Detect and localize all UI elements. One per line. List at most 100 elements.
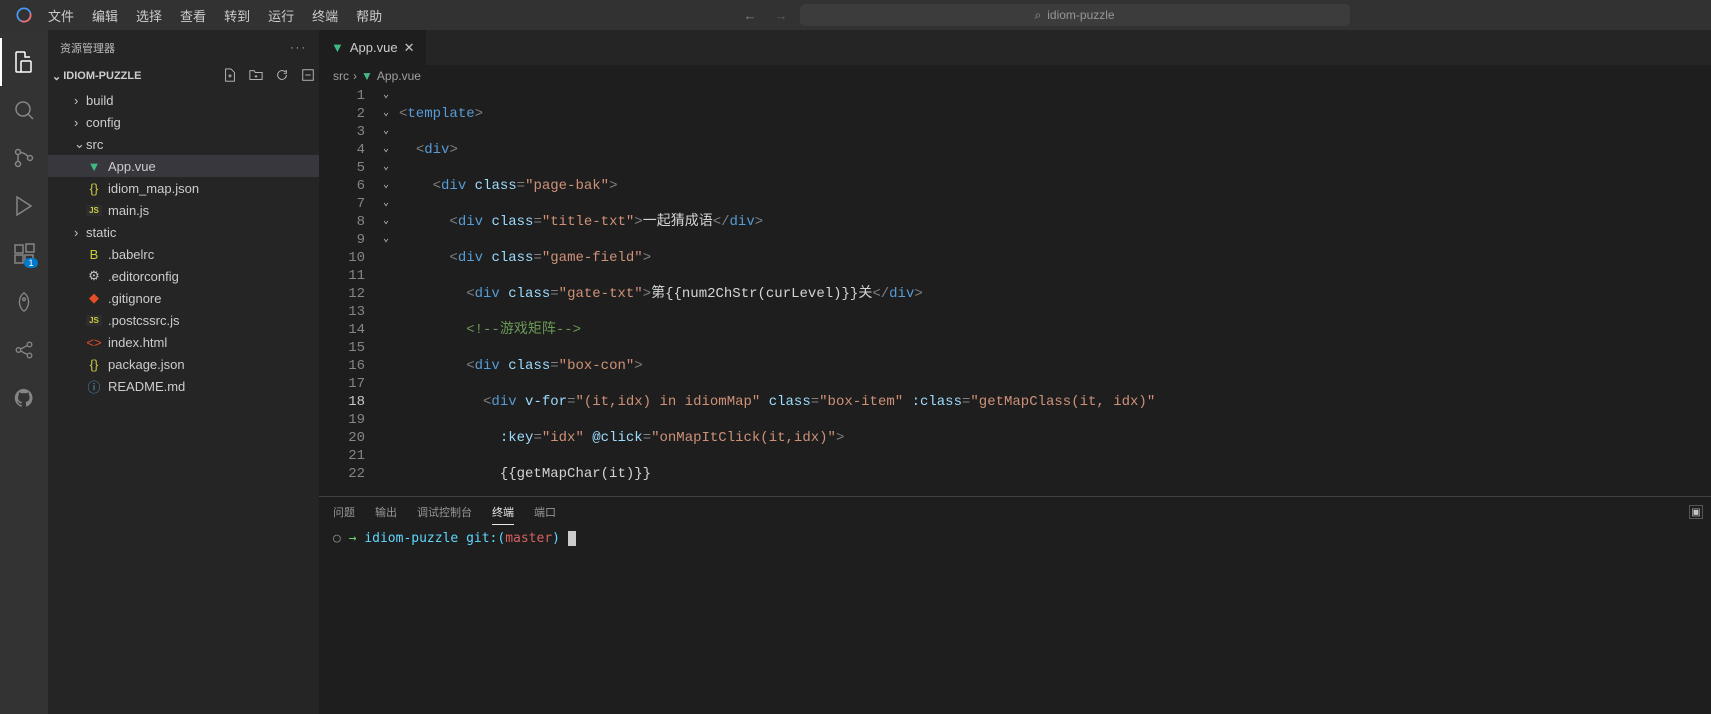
- search-text: idiom-puzzle: [1047, 8, 1114, 22]
- menu-terminal[interactable]: 终端: [304, 2, 346, 29]
- explorer-icon[interactable]: [0, 38, 48, 86]
- file-gitignore[interactable]: ◆.gitignore: [48, 287, 319, 309]
- close-icon[interactable]: ✕: [404, 40, 415, 56]
- folder-config[interactable]: ›config: [48, 111, 319, 133]
- extensions-badge: 1: [24, 258, 38, 268]
- file-main-js[interactable]: JSmain.js: [48, 199, 319, 221]
- vue-icon: ▼: [361, 69, 373, 83]
- collapse-icon[interactable]: [301, 68, 315, 85]
- file-index-html[interactable]: <>index.html: [48, 331, 319, 353]
- editor-tabs: ▼ App.vue ✕: [319, 30, 1711, 65]
- folder-src[interactable]: ⌄src: [48, 133, 319, 155]
- file-app-vue[interactable]: ▼App.vue: [48, 155, 319, 177]
- breadcrumb-file[interactable]: App.vue: [377, 69, 421, 83]
- tab-app-vue[interactable]: ▼ App.vue ✕: [319, 30, 427, 65]
- info-icon: ⓘ: [86, 377, 102, 396]
- menu-edit[interactable]: 编辑: [84, 2, 126, 29]
- search-icon: ⌕: [1035, 8, 1042, 23]
- forward-icon[interactable]: →: [775, 8, 788, 23]
- prompt-arrow-icon: →: [349, 531, 365, 546]
- panel-tab-problems[interactable]: 问题: [333, 500, 355, 524]
- editor-area: ▼ App.vue ✕ src › ▼ App.vue 123456789101…: [319, 30, 1711, 714]
- terminal-git-label: git:(: [466, 531, 505, 546]
- more-icon[interactable]: ···: [290, 42, 307, 54]
- search-activity-icon[interactable]: [0, 86, 48, 134]
- vue-icon: ▼: [86, 159, 102, 174]
- git-icon: ◆: [86, 290, 102, 306]
- project-name: IDIOM-PUZZLE: [63, 70, 141, 82]
- title-bar: 文件 编辑 选择 查看 转到 运行 终端 帮助 ← → ⌕ idiom-puzz…: [0, 0, 1711, 30]
- bottom-panel: 问题 输出 调试控制台 终端 端口 ▣ ○ → idiom-puzzle git…: [319, 496, 1711, 714]
- github-icon[interactable]: [0, 374, 48, 422]
- sidebar-title: 资源管理器: [60, 40, 115, 56]
- menu-view[interactable]: 查看: [172, 2, 214, 29]
- terminal-git-close: ): [552, 531, 560, 546]
- code-content[interactable]: <template> <div> <div class="page-bak"> …: [399, 87, 1711, 496]
- chevron-right-icon: ›: [74, 93, 86, 108]
- fold-gutter[interactable]: ⌄⌄⌄⌄⌄⌄⌄⌄⌄: [383, 87, 399, 496]
- chevron-right-icon: ›: [74, 115, 86, 130]
- titlebar-center: ← → ⌕ idiom-puzzle: [390, 4, 1703, 26]
- menu-go[interactable]: 转到: [216, 2, 258, 29]
- rocket-icon[interactable]: [0, 278, 48, 326]
- terminal-path: idiom-puzzle: [364, 531, 458, 546]
- sidebar-header: 资源管理器 ···: [48, 30, 319, 65]
- share-icon[interactable]: [0, 326, 48, 374]
- menu-run[interactable]: 运行: [260, 2, 302, 29]
- panel-tabs: 问题 输出 调试控制台 终端 端口 ▣: [319, 497, 1711, 527]
- folder-build[interactable]: ›build: [48, 89, 319, 111]
- file-idiom-map[interactable]: {}idiom_map.json: [48, 177, 319, 199]
- project-header[interactable]: ⌄ IDIOM-PUZZLE: [48, 65, 319, 87]
- expand-icon[interactable]: ▣: [1689, 505, 1703, 519]
- file-tree: ›build ›config ⌄src ▼App.vue {}idiom_map…: [48, 87, 319, 399]
- file-babelrc[interactable]: B.babelrc: [48, 243, 319, 265]
- chevron-down-icon: ⌄: [52, 70, 61, 83]
- js-icon: JS: [86, 315, 102, 326]
- terminal-branch: master: [505, 531, 552, 546]
- sidebar: 资源管理器 ··· ⌄ IDIOM-PUZZLE ›build ›config …: [48, 30, 319, 714]
- back-icon[interactable]: ←: [744, 8, 757, 23]
- vue-icon: ▼: [331, 40, 344, 55]
- terminal[interactable]: ○ → idiom-puzzle git:(master): [319, 527, 1711, 714]
- app-logo: [16, 7, 32, 23]
- gear-icon: ⚙: [86, 268, 102, 284]
- file-postcssrc[interactable]: JS.postcssrc.js: [48, 309, 319, 331]
- refresh-icon[interactable]: [275, 68, 289, 85]
- menu-file[interactable]: 文件: [40, 2, 82, 29]
- chevron-right-icon: ›: [353, 69, 357, 83]
- terminal-cursor: [568, 531, 576, 546]
- menu-help[interactable]: 帮助: [348, 2, 390, 29]
- line-numbers: 12345678910111213141516171819202122: [319, 87, 383, 496]
- prompt-circle-icon: ○: [333, 531, 341, 546]
- command-center[interactable]: ⌕ idiom-puzzle: [800, 4, 1350, 26]
- extensions-icon[interactable]: 1: [0, 230, 48, 278]
- panel-tab-ports[interactable]: 端口: [534, 500, 556, 524]
- folder-static[interactable]: ›static: [48, 221, 319, 243]
- json-icon: {}: [86, 181, 102, 196]
- html-icon: <>: [86, 335, 102, 350]
- panel-tab-debug[interactable]: 调试控制台: [417, 500, 472, 524]
- babel-icon: B: [86, 247, 102, 262]
- file-package-json[interactable]: {}package.json: [48, 353, 319, 375]
- new-file-icon[interactable]: [223, 68, 237, 85]
- js-icon: JS: [86, 205, 102, 216]
- breadcrumbs[interactable]: src › ▼ App.vue: [319, 65, 1711, 87]
- tab-label: App.vue: [350, 40, 398, 55]
- source-control-icon[interactable]: [0, 134, 48, 182]
- menu-bar: 文件 编辑 选择 查看 转到 运行 终端 帮助: [40, 2, 390, 29]
- chevron-down-icon: ⌄: [74, 136, 86, 152]
- panel-tab-output[interactable]: 输出: [375, 500, 397, 524]
- file-editorconfig[interactable]: ⚙.editorconfig: [48, 265, 319, 287]
- nav-arrows: ← →: [744, 8, 788, 23]
- code-editor[interactable]: 12345678910111213141516171819202122 ⌄⌄⌄⌄…: [319, 87, 1711, 496]
- chevron-right-icon: ›: [74, 225, 86, 240]
- breadcrumb-src[interactable]: src: [333, 69, 349, 83]
- section-actions: [223, 68, 315, 85]
- json-icon: {}: [86, 357, 102, 372]
- file-readme[interactable]: ⓘREADME.md: [48, 375, 319, 397]
- run-debug-icon[interactable]: [0, 182, 48, 230]
- new-folder-icon[interactable]: [249, 68, 263, 85]
- activity-bar: 1: [0, 30, 48, 714]
- menu-selection[interactable]: 选择: [128, 2, 170, 29]
- panel-tab-terminal[interactable]: 终端: [492, 500, 514, 525]
